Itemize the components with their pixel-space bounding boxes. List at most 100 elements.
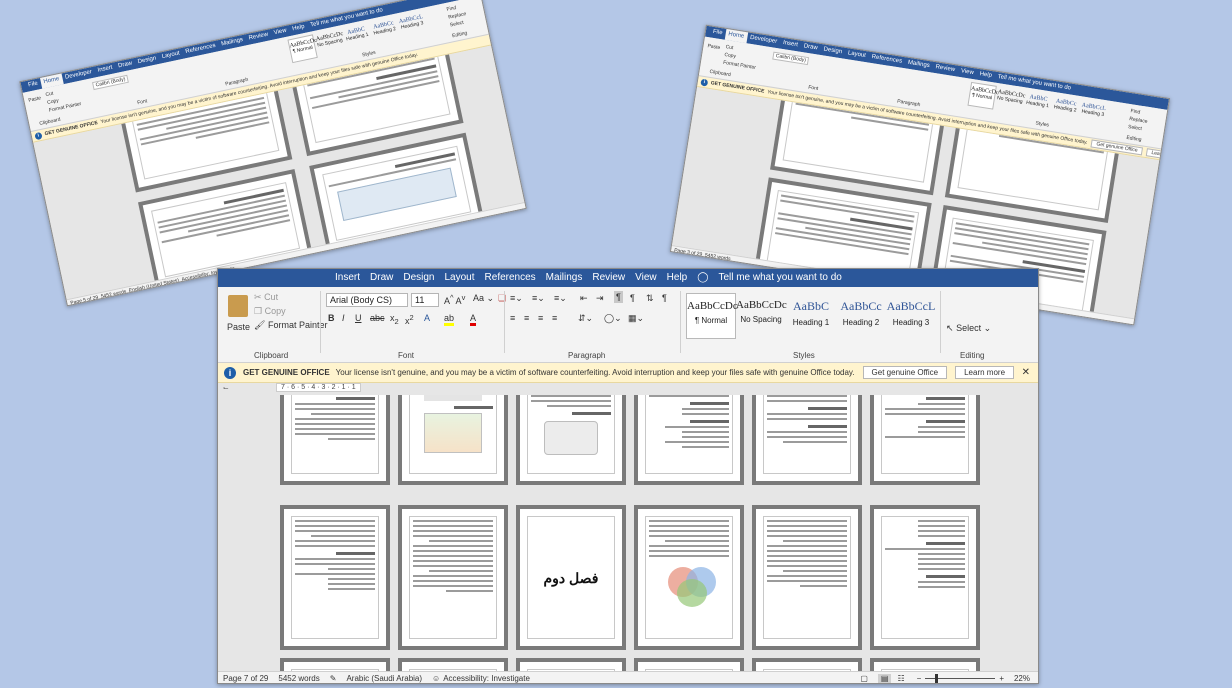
document-page[interactable] <box>398 658 508 671</box>
close-icon[interactable]: ✕ <box>1022 367 1030 378</box>
document-page[interactable] <box>752 395 862 485</box>
select-button[interactable]: Select <box>1128 124 1143 132</box>
highlight-button[interactable]: ab <box>444 313 455 326</box>
document-page[interactable] <box>634 395 744 485</box>
font-name-box[interactable]: Calibri (Body) <box>92 74 130 91</box>
document-page[interactable] <box>752 658 862 671</box>
superscript-button[interactable]: x2 <box>405 313 414 326</box>
font-grow-shrink-buttons[interactable]: A^ Av <box>444 293 465 306</box>
status-words[interactable]: 5452 words <box>278 674 319 683</box>
tab-selector-icon[interactable]: ⌙ <box>223 384 229 392</box>
style-heading-3[interactable]: AaBbCcL Heading 3 <box>1078 99 1107 127</box>
paste-button[interactable]: Paste <box>28 95 42 104</box>
cut-button[interactable]: Cut <box>45 91 54 98</box>
tab-design[interactable]: Design <box>398 269 439 287</box>
font-size-box[interactable]: 11 <box>411 293 439 307</box>
align-left-button[interactable]: ≡ <box>510 313 515 323</box>
paste-button[interactable]: Paste <box>227 322 250 332</box>
numbering-button[interactable]: ≡⌄ <box>532 293 545 304</box>
font-name-box[interactable]: Arial (Body CS) <box>326 293 408 307</box>
document-page[interactable] <box>870 658 980 671</box>
find-button[interactable]: Find <box>446 5 457 13</box>
tab-layout[interactable]: Layout <box>440 269 480 287</box>
tab-view[interactable]: View <box>630 269 662 287</box>
document-page[interactable] <box>870 395 980 485</box>
ltr-button[interactable]: ¶ <box>630 293 635 303</box>
document-page[interactable]: فصل دوم <box>516 505 626 650</box>
tab-draw[interactable]: Draw <box>365 269 398 287</box>
align-right-button[interactable]: ≡ <box>538 313 543 323</box>
ruler[interactable]: ⌙ 7 · 6 · 5 · 4 · 3 · 2 · 1 · 1 <box>218 383 1038 395</box>
underline-button[interactable]: U <box>355 313 362 323</box>
increase-indent-button[interactable]: ⇥ <box>596 293 604 304</box>
document-page[interactable] <box>398 505 508 650</box>
style-heading-2[interactable]: AaBbCc Heading 2 <box>370 17 400 46</box>
copy-button[interactable]: ❐ Copy <box>254 306 286 317</box>
get-genuine-office-button[interactable]: Get genuine Office <box>862 366 948 379</box>
font-name-box[interactable]: Calibri (Body) <box>772 51 810 66</box>
font-color-button[interactable]: A <box>470 313 477 326</box>
document-page[interactable] <box>634 658 744 671</box>
bullets-button[interactable]: ≡⌄ <box>510 293 523 304</box>
paste-button[interactable]: Paste <box>707 43 721 51</box>
decrease-indent-button[interactable]: ⇤ <box>580 293 588 304</box>
line-spacing-button[interactable]: ⇵⌄ <box>578 313 593 324</box>
find-button[interactable]: Find <box>1130 108 1141 115</box>
document-page[interactable] <box>280 505 390 650</box>
tab-review[interactable]: Review <box>587 269 630 287</box>
strikethrough-button[interactable]: abc <box>370 313 385 323</box>
document-page[interactable] <box>870 505 980 650</box>
status-language[interactable]: Arabic (Saudi Arabia) <box>346 674 422 683</box>
replace-button[interactable]: Replace <box>448 11 467 21</box>
copy-button[interactable]: Copy <box>47 98 60 106</box>
tab-insert[interactable]: Insert <box>330 269 365 287</box>
learn-more-button[interactable]: Learn more <box>955 366 1015 379</box>
tab-references[interactable]: References <box>480 269 541 287</box>
change-case-button[interactable]: Aa ⌄ <box>473 293 494 304</box>
rtl-button[interactable]: ¶ <box>614 291 623 303</box>
sort-button[interactable]: ⇅ <box>646 293 654 304</box>
show-marks-button[interactable]: ¶ <box>662 293 667 303</box>
shading-button[interactable]: ◯⌄ <box>604 313 622 324</box>
justify-button[interactable]: ≡ <box>552 313 557 323</box>
italic-button[interactable]: I <box>342 313 345 323</box>
zoom-in-button[interactable]: + <box>999 674 1004 683</box>
zoom-slider[interactable] <box>925 674 996 683</box>
document-page[interactable] <box>634 505 744 650</box>
proofing-icon[interactable]: ✎ <box>330 674 337 683</box>
zoom-out-button[interactable]: − <box>917 674 922 683</box>
multilevel-list-button[interactable]: ≡⌄ <box>554 293 567 304</box>
tab-help[interactable]: Help <box>662 269 693 287</box>
style-heading-2[interactable]: AaBbCc Heading 2 <box>836 293 886 339</box>
zoom-level[interactable]: 22% <box>1014 674 1030 683</box>
style-normal[interactable]: AaBbCcDc ¶ Normal <box>287 34 318 64</box>
style-heading-1[interactable]: AaBbC Heading 1 <box>342 23 372 52</box>
bold-button[interactable]: B <box>328 313 335 323</box>
style-heading-1[interactable]: AaBbC Heading 1 <box>786 293 836 339</box>
align-center-button[interactable]: ≡ <box>524 313 529 323</box>
document-page[interactable] <box>280 395 390 485</box>
focus-mode-icon[interactable]: ▢ <box>860 674 868 683</box>
web-layout-icon[interactable]: ☷ <box>897 674 904 683</box>
tab-mailings[interactable]: Mailings <box>541 269 588 287</box>
copy-button[interactable]: Copy <box>724 52 736 60</box>
style-no-spacing[interactable]: AaBbCcDc No Spacing <box>995 86 1026 114</box>
style-heading-3[interactable]: AaBbCcL Heading 3 <box>397 11 427 40</box>
document-page[interactable] <box>752 505 862 650</box>
style-heading-2[interactable]: AaBbCc Heading 2 <box>1050 95 1079 123</box>
format-painter-button[interactable]: 🖌 Format Painter <box>254 320 327 331</box>
borders-button[interactable]: ▦⌄ <box>628 313 644 324</box>
document-page[interactable] <box>516 395 626 485</box>
tell-me-search[interactable]: Tell me what you want to do <box>713 269 846 287</box>
status-accessibility[interactable]: Accessibility: Investigate <box>443 674 530 683</box>
text-effects-button[interactable]: A <box>424 313 430 323</box>
style-heading-1[interactable]: AaBbC Heading 1 <box>1023 91 1052 119</box>
status-page[interactable]: Page 7 of 29 <box>223 674 268 683</box>
cut-button[interactable]: Cut <box>725 44 734 51</box>
style-normal[interactable]: AaBbCcDc ¶ Normal <box>686 293 738 339</box>
style-heading-3[interactable]: AaBbCcL Heading 3 <box>886 293 936 339</box>
style-no-spacing[interactable]: AaBbCcDc No Spacing <box>315 28 345 57</box>
print-layout-icon[interactable]: ▤ <box>877 674 892 683</box>
zoom-slider-thumb[interactable] <box>935 674 939 683</box>
style-normal[interactable]: AaBbCcDc ¶ Normal <box>967 81 999 110</box>
